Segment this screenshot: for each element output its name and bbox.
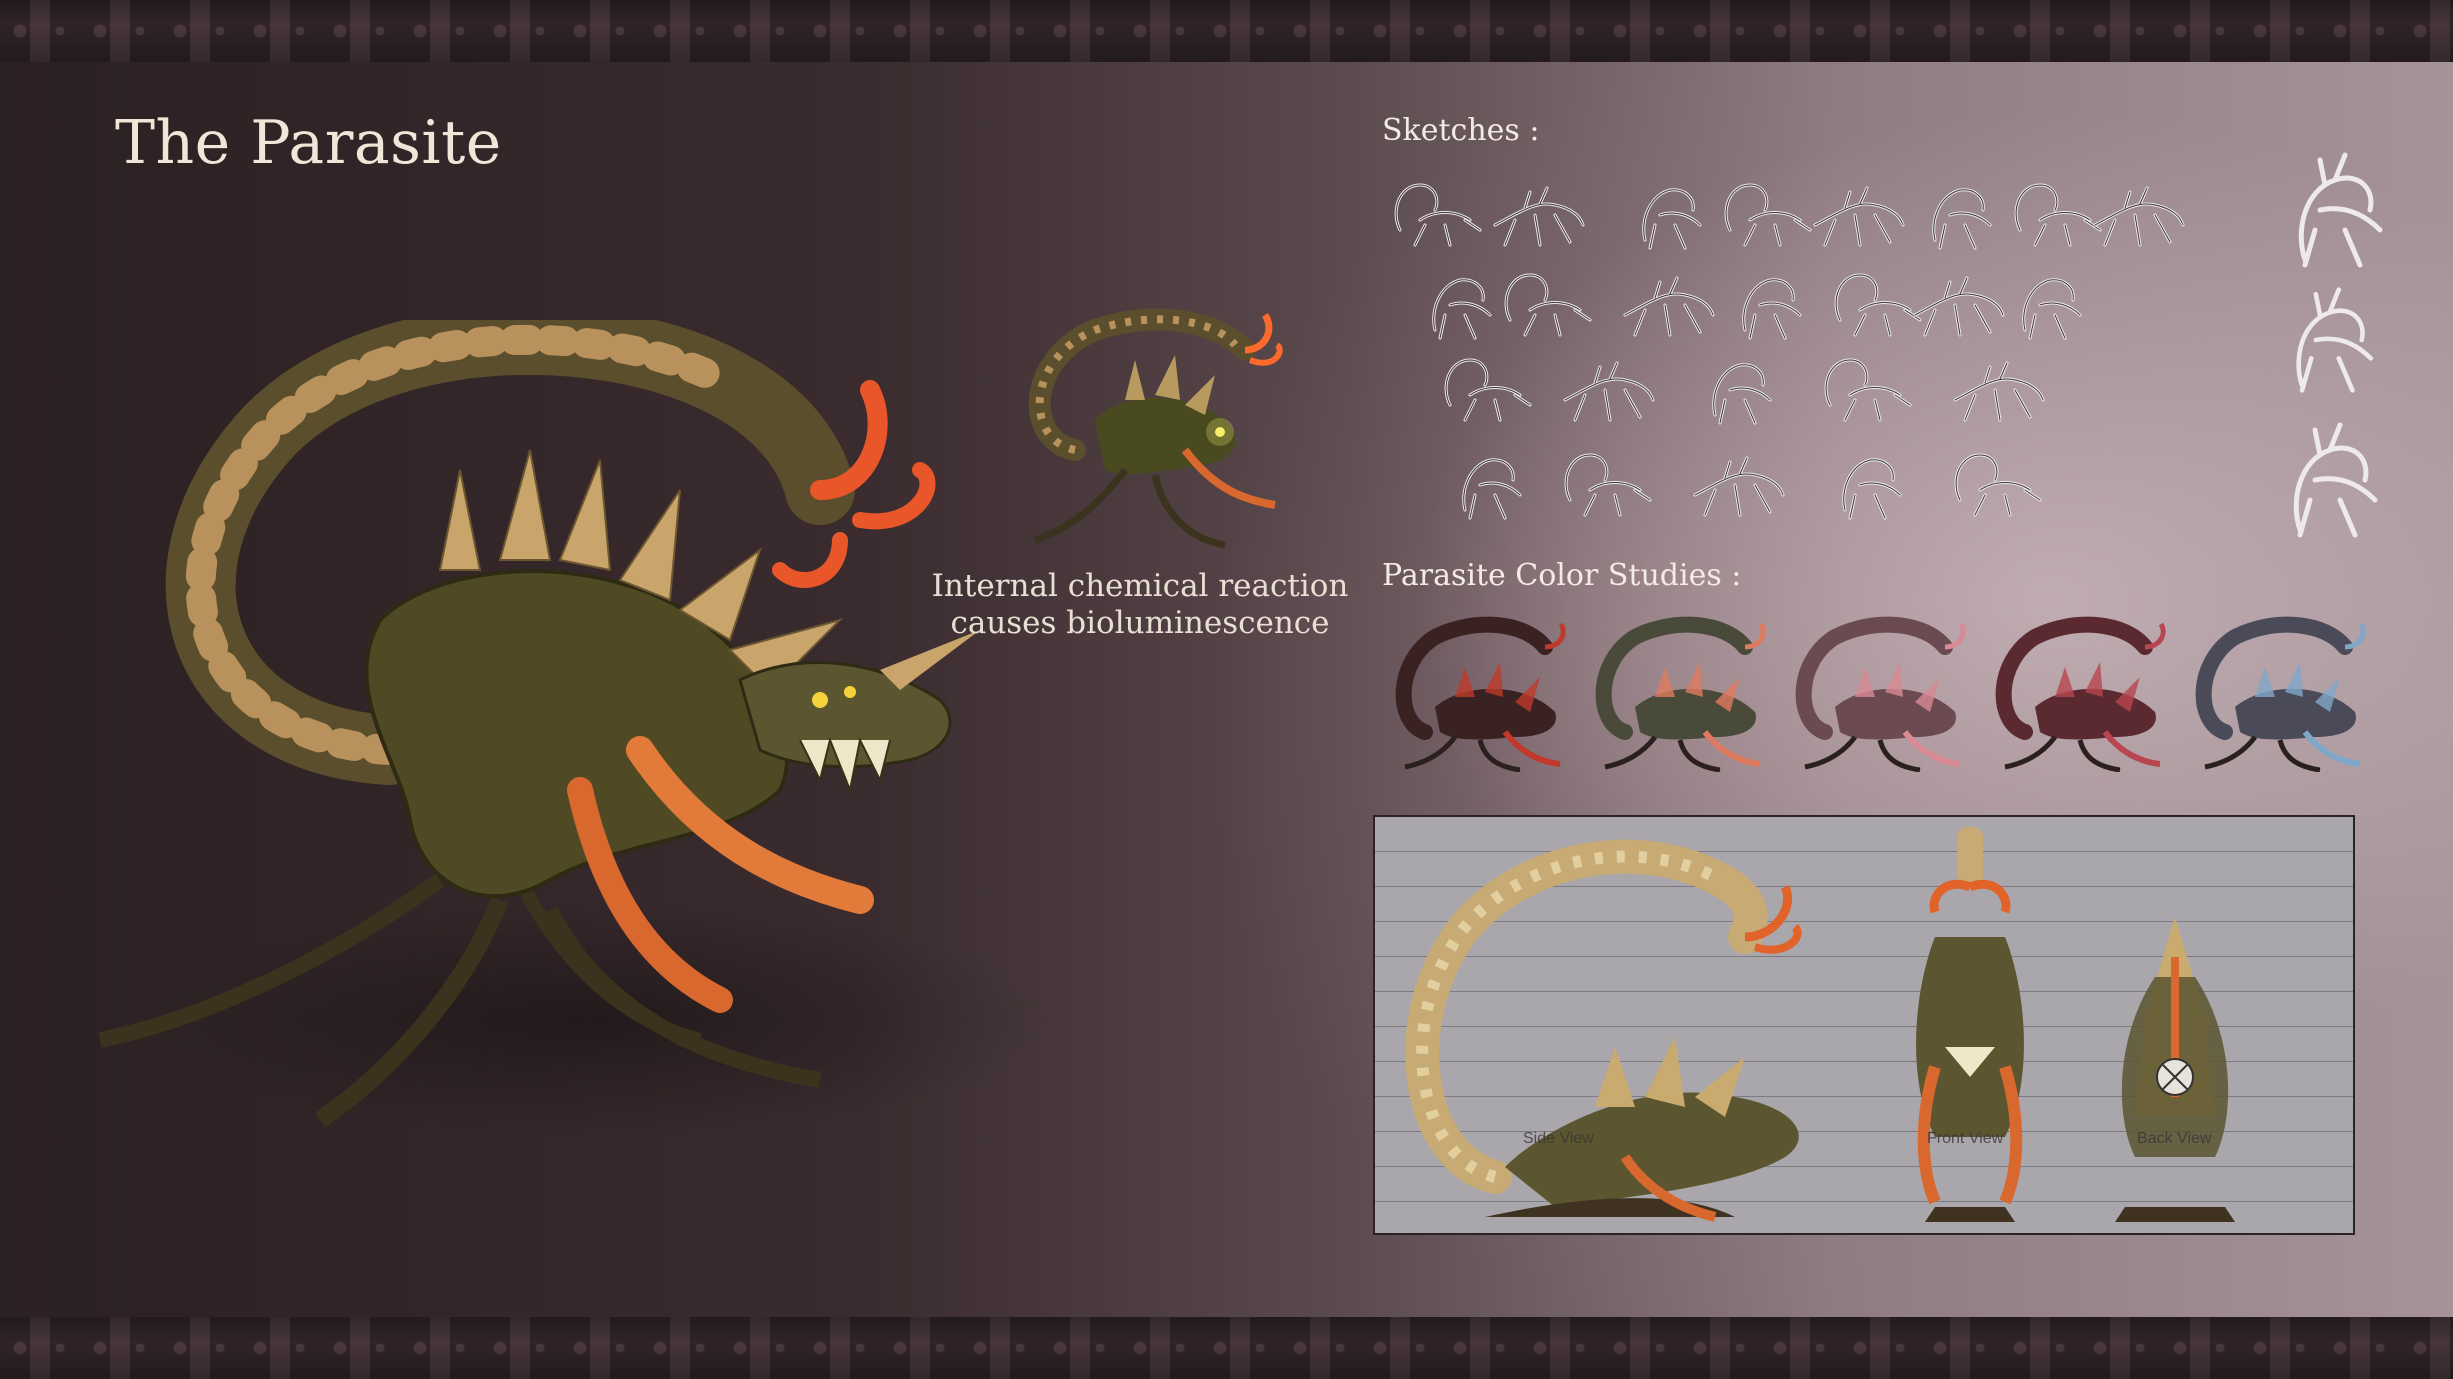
sketch-thumbnail <box>2093 186 2185 247</box>
color-study-thumbnail <box>1595 616 1766 772</box>
sketch-thumbnail <box>1954 453 2042 517</box>
caption-line-1: Internal chemical reaction <box>931 568 1349 604</box>
back-view-label: Back View <box>2137 1130 2212 1147</box>
sketch-thumbnail <box>1824 358 1912 422</box>
sketch-thumbnail <box>1693 456 1785 517</box>
color-study-thumbnail <box>1395 616 1566 772</box>
sketches-heading: Sketches : <box>1382 113 1540 148</box>
caption-line-2: causes bioluminescence <box>950 605 1330 641</box>
sketch-thumbnail-large <box>2296 287 2374 393</box>
sketch-thumbnail <box>1504 273 1592 337</box>
sketch-thumbnail <box>1953 361 2045 422</box>
parasite-bioluminescent-sketch <box>1028 308 1283 549</box>
color-study-thumbnail <box>2195 616 2366 772</box>
sketch-thumbnail <box>1712 363 1772 425</box>
sketch-thumbnail <box>1913 276 2005 337</box>
sketch-thumbnail <box>1394 183 1482 247</box>
sketch-thumbnail <box>1432 278 1492 340</box>
sketch-thumbnail <box>1932 188 1992 250</box>
sketch-grid <box>1385 152 2385 550</box>
concept-sheet: The Parasite Internal chemical reaction … <box>0 0 2453 1379</box>
back-view-figure <box>2115 917 2235 1222</box>
sketch-thumbnail <box>1462 458 1522 520</box>
sketch-thumbnail <box>1742 278 1802 340</box>
color-study-thumbnail <box>1795 616 1966 772</box>
sketch-thumbnail <box>1563 361 1655 422</box>
sketch-thumbnail <box>2022 278 2082 340</box>
sketch-thumbnail <box>1842 458 1902 520</box>
turnaround-sheet: Side View Front View Back View <box>1373 815 2355 1235</box>
page-title: The Parasite <box>115 108 502 178</box>
ornamental-border-bottom <box>0 1317 2453 1379</box>
sketch-thumbnail <box>1623 276 1715 337</box>
sketch-thumbnail <box>1642 188 1702 250</box>
sketch-thumbnail <box>1564 453 1652 517</box>
side-view-figure <box>1405 839 1802 1222</box>
bioluminescence-caption: Internal chemical reaction causes biolum… <box>900 568 1380 642</box>
sketch-thumbnail <box>1724 183 1812 247</box>
sketch-thumbnail <box>1493 186 1585 247</box>
parasite-main-illustration <box>98 320 1060 1140</box>
front-view-label: Front View <box>1927 1130 2004 1147</box>
ornamental-border-top <box>0 0 2453 62</box>
color-studies-heading: Parasite Color Studies : <box>1382 558 1742 593</box>
sketch-thumbnail <box>1813 186 1905 247</box>
sketch-thumbnail <box>1444 358 1532 422</box>
turnaround-figures <box>1405 827 2235 1222</box>
sketch-thumbnail-large <box>2298 152 2383 268</box>
front-view-figure <box>1916 827 2024 1222</box>
sketch-thumbnail-large <box>2293 422 2378 538</box>
color-study-thumbnail <box>1995 616 2166 772</box>
side-view-label: Side View <box>1523 1130 1594 1147</box>
